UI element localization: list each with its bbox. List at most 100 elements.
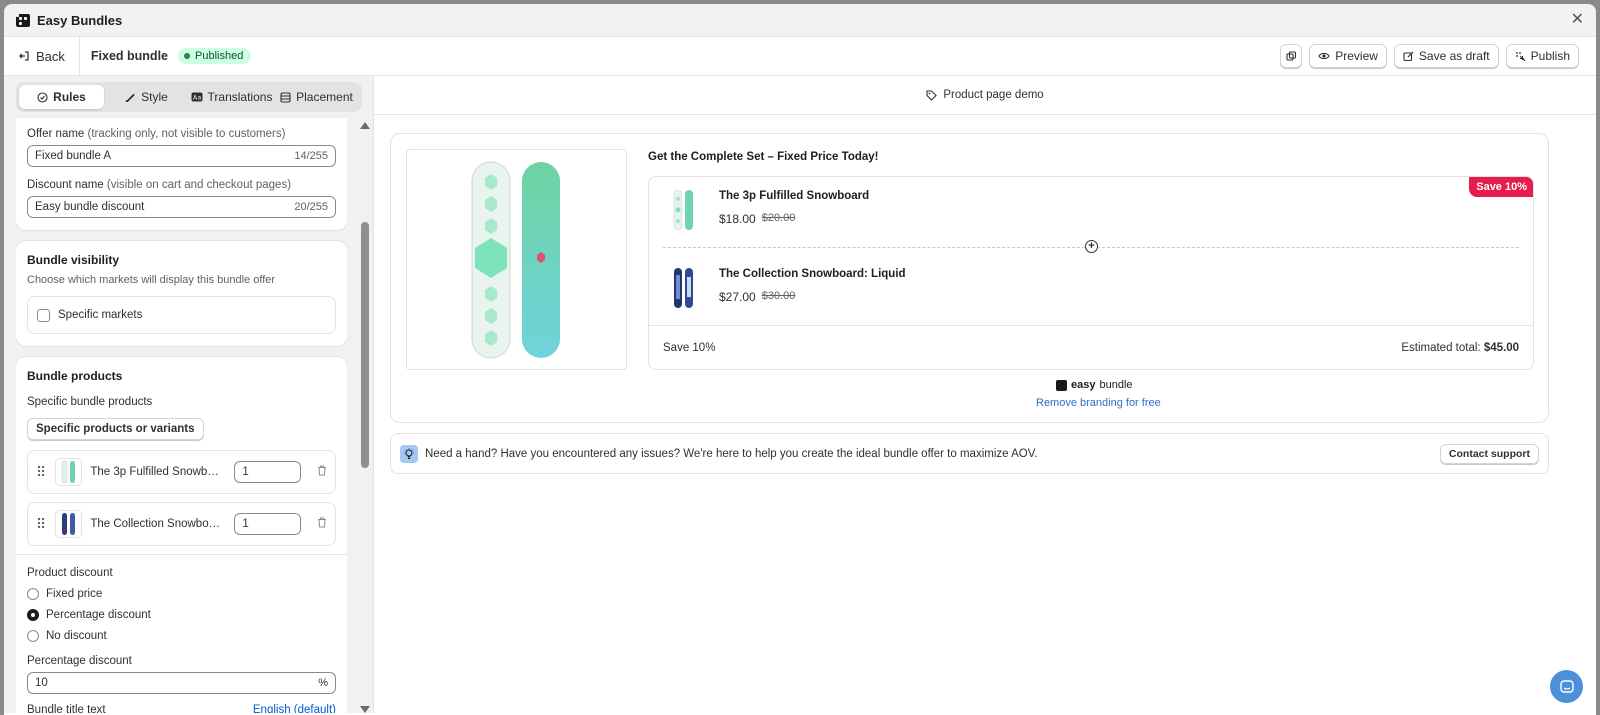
discount-name-label: Discount name (visible on cart and check… <box>27 179 292 191</box>
remove-branding-link[interactable]: Remove branding for free <box>1036 397 1161 409</box>
save-badge: Save 10% <box>1469 177 1533 197</box>
offer-item-name: The 3p Fulfilled Snowboard <box>719 190 870 202</box>
preview-header: Product page demo <box>374 76 1596 115</box>
scroll-down-icon[interactable] <box>360 706 370 713</box>
product-discount-label: Product discount <box>27 567 113 579</box>
back-button[interactable]: Back <box>4 37 80 75</box>
offer-item-price: $18.00 <box>719 212 756 226</box>
discount-name-value: Easy bundle discount <box>35 201 145 213</box>
preview-label: Preview <box>1335 49 1378 63</box>
duplicate-icon <box>1286 50 1296 61</box>
drag-handle-icon[interactable]: ⠿ <box>36 516 47 533</box>
offer-title: Get the Complete Set – Fixed Price Today… <box>648 151 879 163</box>
tab-style[interactable]: Style <box>104 85 189 109</box>
settings-panel: Rules Style Aa Translations Placement Of… <box>4 76 374 713</box>
select-products-button[interactable]: Specific products or variants <box>27 418 204 440</box>
radio-percentage-label: Percentage discount <box>46 609 151 621</box>
bundle-product-row: ⠿ The 3p Fulfilled Snowboard 1 <box>27 450 336 494</box>
tab-placement[interactable]: Placement <box>274 85 359 109</box>
radio-percentage[interactable]: Percentage discount <box>27 609 336 621</box>
offer-item-thumbnail <box>663 189 705 231</box>
title-bar: Easy Bundles ✕ <box>4 4 1596 37</box>
lightbulb-icon <box>400 444 418 463</box>
radio-no-discount-label: No discount <box>46 630 107 642</box>
preview-button[interactable]: Preview <box>1309 44 1387 68</box>
bundle-name: Fixed bundle <box>90 49 168 63</box>
scrollbar-thumb[interactable] <box>361 222 369 468</box>
product-image <box>406 149 627 370</box>
bundle-product-name: The 3p Fulfilled Snowboard <box>90 466 221 478</box>
divider <box>16 554 347 555</box>
rules-icon <box>37 91 48 103</box>
visibility-card: Bundle visibility Choose which markets w… <box>16 241 347 346</box>
delete-icon[interactable] <box>317 465 327 479</box>
save-draft-button[interactable]: Save as draft <box>1393 44 1499 68</box>
radio-fixed-price[interactable]: Fixed price <box>27 588 336 600</box>
publish-label: Publish <box>1530 49 1570 63</box>
scroll-up-icon[interactable] <box>360 122 370 129</box>
radio-fixed-price-control[interactable] <box>27 588 39 600</box>
status-badge: Published <box>178 48 252 64</box>
offer-name-input[interactable]: Fixed bundle A 14/255 <box>27 145 336 167</box>
quantity-input[interactable]: 1 <box>234 513 302 535</box>
offer-item-compare-price: $20.00 <box>761 212 796 224</box>
percentage-value: 10 <box>35 677 48 689</box>
quantity-input[interactable]: 1 <box>234 461 302 483</box>
duplicate-button[interactable] <box>1280 44 1303 68</box>
bundle-products-title: Bundle products <box>27 369 123 383</box>
radio-fixed-price-label: Fixed price <box>46 588 103 600</box>
estimated-total-label: Estimated total: <box>1401 341 1481 354</box>
brand-bold: easy <box>1071 379 1096 391</box>
offer-item-compare-price: $30.00 <box>761 290 796 302</box>
specific-markets-checkbox[interactable] <box>37 308 50 322</box>
settings-scroll: Offer name (tracking only, not visible t… <box>16 118 347 713</box>
tab-translations[interactable]: Aa Translations <box>189 85 274 109</box>
translate-icon: Aa <box>191 92 203 102</box>
svg-text:a: a <box>197 95 201 102</box>
sparkle-icon <box>1515 51 1525 61</box>
settings-scrollbar[interactable] <box>359 118 371 713</box>
offer-item-thumbnail <box>663 267 705 309</box>
exit-arrow-icon <box>19 51 29 61</box>
contact-support-button[interactable]: Contact support <box>1439 443 1539 464</box>
tab-rules[interactable]: Rules <box>19 85 104 109</box>
offer-item-price: $27.00 <box>719 290 756 304</box>
offer-item: The Collection Snowboard: Liquid $27.00 … <box>663 267 906 309</box>
product-thumbnail <box>55 458 83 486</box>
specific-markets-label: Specific markets <box>58 309 143 321</box>
bundle-products-subtitle: Specific bundle products <box>27 396 153 408</box>
tab-style-label: Style <box>141 90 168 104</box>
preview-panel: Product page demo Get the Complete Set –… <box>374 76 1596 713</box>
offer-item-price-row: $18.00 $20.00 <box>719 212 869 226</box>
bundle-title-row: Bundle title text English (default) <box>27 704 336 713</box>
status-text: Published <box>195 50 244 62</box>
tab-translations-label: Translations <box>207 90 273 104</box>
delete-icon[interactable] <box>317 517 327 531</box>
tab-bar: Rules Style Aa Translations Placement <box>16 82 362 112</box>
top-actions: Preview Save as draft Publish <box>1280 44 1596 68</box>
preview-header-text: Product page demo <box>943 89 1044 101</box>
language-link[interactable]: English (default) <box>253 704 336 713</box>
app-window: Easy Bundles ✕ Back Fixed bundle Publish… <box>4 4 1596 715</box>
offer-box: Save 10% The 3p Fulfilled Snowboard $18.… <box>648 176 1534 370</box>
main-area: Rules Style Aa Translations Placement Of… <box>4 76 1596 713</box>
plus-icon: + <box>1085 240 1098 253</box>
radio-percentage-control[interactable] <box>27 609 39 621</box>
percentage-input[interactable]: 10 % <box>27 672 336 694</box>
tag-icon <box>926 89 938 101</box>
drag-handle-icon[interactable]: ⠿ <box>36 464 47 481</box>
app-title: Easy Bundles <box>37 12 123 28</box>
discount-name-count: 20/255 <box>294 201 328 213</box>
radio-no-discount[interactable]: No discount <box>27 630 336 642</box>
chat-launcher-button[interactable] <box>1550 670 1583 703</box>
radio-no-discount-control[interactable] <box>27 630 39 642</box>
publish-button[interactable]: Publish <box>1505 44 1579 68</box>
specific-markets-option[interactable]: Specific markets <box>27 296 336 334</box>
brand-logo-icon <box>1056 379 1067 391</box>
help-text: Need a hand? Have you encountered any is… <box>425 447 1038 460</box>
close-icon[interactable]: ✕ <box>1571 12 1584 28</box>
estimated-total: Estimated total: $45.00 <box>1401 342 1519 354</box>
tab-placement-label: Placement <box>296 90 353 104</box>
offer-item: The 3p Fulfilled Snowboard $18.00 $20.00 <box>663 189 869 231</box>
discount-name-input[interactable]: Easy bundle discount 20/255 <box>27 196 336 218</box>
